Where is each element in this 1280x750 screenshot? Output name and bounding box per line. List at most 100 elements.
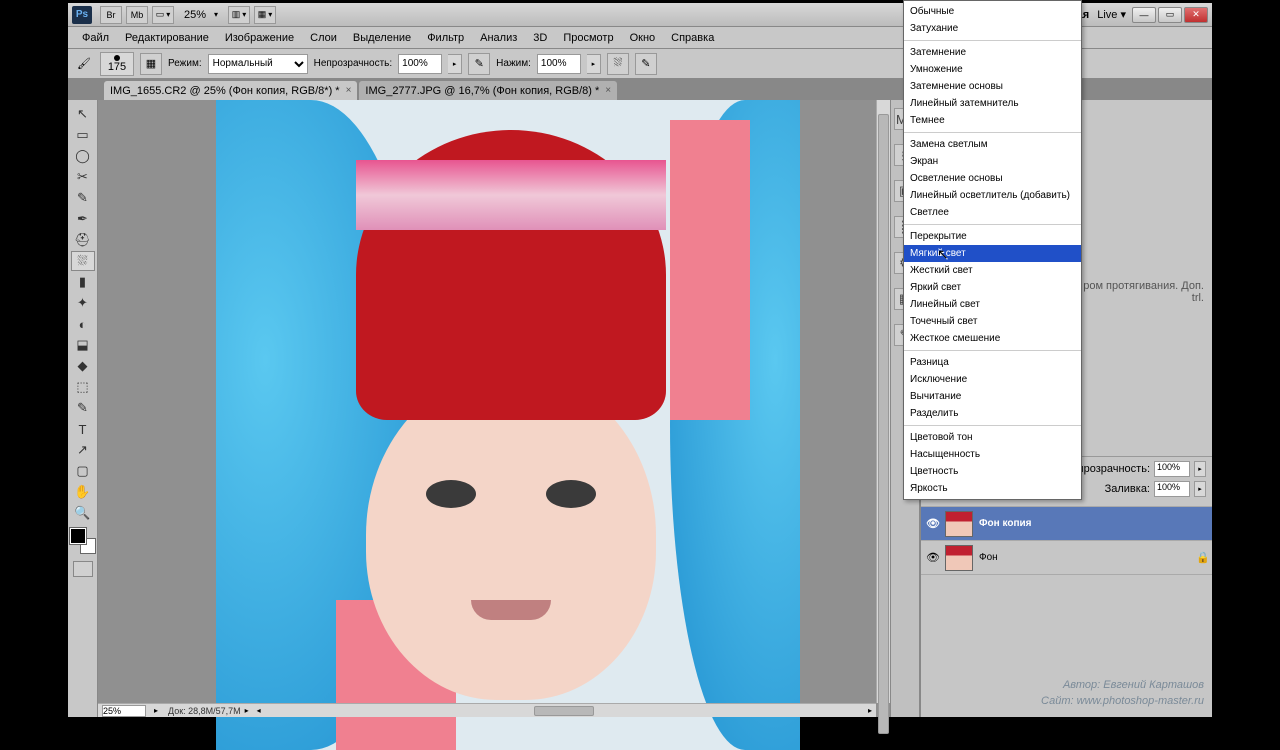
blend-mode-dropdown[interactable]: ОбычныеЗатухание ЗатемнениеУмножениеЗатем… bbox=[903, 0, 1082, 500]
extras-button[interactable]: ▦▾ bbox=[254, 6, 276, 24]
bridge-button[interactable]: Br bbox=[100, 6, 122, 24]
screenmode-button[interactable]: ▭▾ bbox=[152, 6, 174, 24]
menu-3d[interactable]: 3D bbox=[525, 27, 555, 49]
blend-mode-item[interactable]: Яркость bbox=[904, 480, 1081, 497]
blend-mode-item[interactable]: Умножение bbox=[904, 61, 1081, 78]
maximize-button[interactable]: ▭ bbox=[1158, 7, 1182, 23]
blend-mode-item[interactable]: Экран bbox=[904, 153, 1081, 170]
tool-11[interactable]: ⬓ bbox=[71, 335, 95, 355]
blend-mode-item[interactable]: Обычные bbox=[904, 3, 1081, 20]
tool-14[interactable]: ✎ bbox=[71, 398, 95, 418]
blend-mode-item[interactable]: Линейный осветлитель (добавить) bbox=[904, 187, 1081, 204]
quickmask-button[interactable] bbox=[73, 561, 93, 577]
blend-mode-item[interactable]: Затемнение bbox=[904, 44, 1081, 61]
tool-8[interactable]: ▮ bbox=[71, 272, 95, 292]
close-tab-icon[interactable]: × bbox=[605, 85, 611, 96]
menu-выделение[interactable]: Выделение bbox=[345, 27, 419, 49]
blend-mode-item[interactable]: Яркий свет bbox=[904, 279, 1081, 296]
arrange-button[interactable]: ▥▾ bbox=[228, 6, 250, 24]
layer-thumbnail[interactable] bbox=[945, 545, 973, 571]
tool-5[interactable]: ✒ bbox=[71, 209, 95, 229]
document-tab[interactable]: IMG_1655.CR2 @ 25% (Фон копия, RGB/8*) *… bbox=[104, 81, 357, 100]
blend-mode-item[interactable]: Перекрытие bbox=[904, 228, 1081, 245]
opacity-input[interactable]: 100% bbox=[398, 54, 442, 74]
cs-live-button[interactable]: Live ▾ bbox=[1097, 8, 1126, 21]
menu-просмотр[interactable]: Просмотр bbox=[555, 27, 621, 49]
layer-fill-input[interactable]: 100% bbox=[1154, 481, 1190, 497]
flow-arrow-icon[interactable]: ▸ bbox=[587, 54, 601, 74]
scroll-left-icon[interactable]: ◂ bbox=[253, 706, 265, 715]
menu-справка[interactable]: Справка bbox=[663, 27, 722, 49]
layer-row[interactable]: 👁Фон🔒 bbox=[921, 541, 1212, 575]
blend-mode-item[interactable]: Замена светлым bbox=[904, 136, 1081, 153]
zoom-arrow-icon[interactable]: ▸ bbox=[150, 706, 162, 715]
tool-2[interactable]: ◯ bbox=[71, 146, 95, 166]
blend-mode-item[interactable]: Темнее bbox=[904, 112, 1081, 129]
zoom-input[interactable] bbox=[102, 705, 146, 717]
blend-mode-item[interactable]: Мягкий свет bbox=[904, 245, 1081, 262]
blend-mode-item[interactable]: Светлее bbox=[904, 204, 1081, 221]
blend-mode-select[interactable]: Нормальный bbox=[208, 54, 308, 74]
tool-7[interactable]: ⛆ bbox=[71, 251, 95, 271]
tool-0[interactable]: ↖ bbox=[71, 104, 95, 124]
document-tab[interactable]: IMG_2777.JPG @ 16,7% (Фон копия, RGB/8) … bbox=[359, 81, 617, 100]
zoom-level[interactable]: 25% bbox=[184, 9, 206, 21]
menu-файл[interactable]: Файл bbox=[74, 27, 117, 49]
tool-10[interactable]: ◐ bbox=[71, 314, 95, 334]
tool-3[interactable]: ✂ bbox=[71, 167, 95, 187]
menu-окно[interactable]: Окно bbox=[622, 27, 664, 49]
blend-mode-item[interactable]: Затухание bbox=[904, 20, 1081, 37]
blend-mode-item[interactable]: Цветовой тон bbox=[904, 429, 1081, 446]
visibility-icon[interactable]: 👁 bbox=[921, 517, 945, 530]
minibridge-button[interactable]: Mb bbox=[126, 6, 148, 24]
scroll-right-icon[interactable]: ▸ bbox=[864, 706, 876, 715]
minimize-button[interactable]: — bbox=[1132, 7, 1156, 23]
blend-mode-item[interactable]: Жесткое смешение bbox=[904, 330, 1081, 347]
tool-6[interactable]: ⛑ bbox=[71, 230, 95, 250]
tool-1[interactable]: ▭ bbox=[71, 125, 95, 145]
blend-mode-item[interactable]: Исключение bbox=[904, 371, 1081, 388]
blend-mode-item[interactable]: Жесткий свет bbox=[904, 262, 1081, 279]
tool-18[interactable]: ✋ bbox=[71, 482, 95, 502]
tool-17[interactable]: ▢ bbox=[71, 461, 95, 481]
blend-mode-item[interactable]: Разница bbox=[904, 354, 1081, 371]
layer-opacity-input[interactable]: 100% bbox=[1154, 461, 1190, 477]
airbrush-icon[interactable]: ⛆ bbox=[607, 53, 629, 75]
menu-фильтр[interactable]: Фильтр bbox=[419, 27, 472, 49]
layer-opacity-arrow-icon[interactable]: ▸ bbox=[1194, 461, 1206, 477]
blend-mode-item[interactable]: Линейный затемнитель bbox=[904, 95, 1081, 112]
blend-mode-item[interactable]: Разделить bbox=[904, 405, 1081, 422]
tablet-opacity-icon[interactable]: ✎ bbox=[468, 53, 490, 75]
brush-panel-toggle[interactable]: ▦ bbox=[140, 53, 162, 75]
menu-слои[interactable]: Слои bbox=[302, 27, 345, 49]
layer-fill-arrow-icon[interactable]: ▸ bbox=[1194, 481, 1206, 497]
blend-mode-item[interactable]: Осветление основы bbox=[904, 170, 1081, 187]
menu-редактирование[interactable]: Редактирование bbox=[117, 27, 217, 49]
blend-mode-item[interactable]: Насыщенность bbox=[904, 446, 1081, 463]
flow-input[interactable]: 100% bbox=[537, 54, 581, 74]
horizontal-scrollbar[interactable] bbox=[265, 705, 864, 717]
brush-preset-picker[interactable]: 175 bbox=[100, 52, 134, 76]
blend-mode-item[interactable]: Цветность bbox=[904, 463, 1081, 480]
menu-изображение[interactable]: Изображение bbox=[217, 27, 302, 49]
close-button[interactable]: ✕ bbox=[1184, 7, 1208, 23]
tool-15[interactable]: T bbox=[71, 419, 95, 439]
layer-row[interactable]: 👁Фон копия bbox=[921, 507, 1212, 541]
canvas[interactable] bbox=[216, 100, 800, 750]
blend-mode-item[interactable]: Линейный свет bbox=[904, 296, 1081, 313]
tool-13[interactable]: ⬚ bbox=[71, 377, 95, 397]
blend-mode-item[interactable]: Точечный свет bbox=[904, 313, 1081, 330]
tablet-size-icon[interactable]: ✎ bbox=[635, 53, 657, 75]
zoom-arrow-icon[interactable]: ▾ bbox=[214, 10, 218, 19]
tool-12[interactable]: ◆ bbox=[71, 356, 95, 376]
tool-16[interactable]: ↗ bbox=[71, 440, 95, 460]
tool-9[interactable]: ✦ bbox=[71, 293, 95, 313]
tool-19[interactable]: 🔍 bbox=[71, 503, 95, 523]
close-tab-icon[interactable]: × bbox=[346, 85, 352, 96]
tool-4[interactable]: ✎ bbox=[71, 188, 95, 208]
visibility-icon[interactable]: 👁 bbox=[921, 551, 945, 564]
layer-thumbnail[interactable] bbox=[945, 511, 973, 537]
blend-mode-item[interactable]: Затемнение основы bbox=[904, 78, 1081, 95]
opacity-arrow-icon[interactable]: ▸ bbox=[448, 54, 462, 74]
info-arrow-icon[interactable]: ▸ bbox=[241, 706, 253, 715]
